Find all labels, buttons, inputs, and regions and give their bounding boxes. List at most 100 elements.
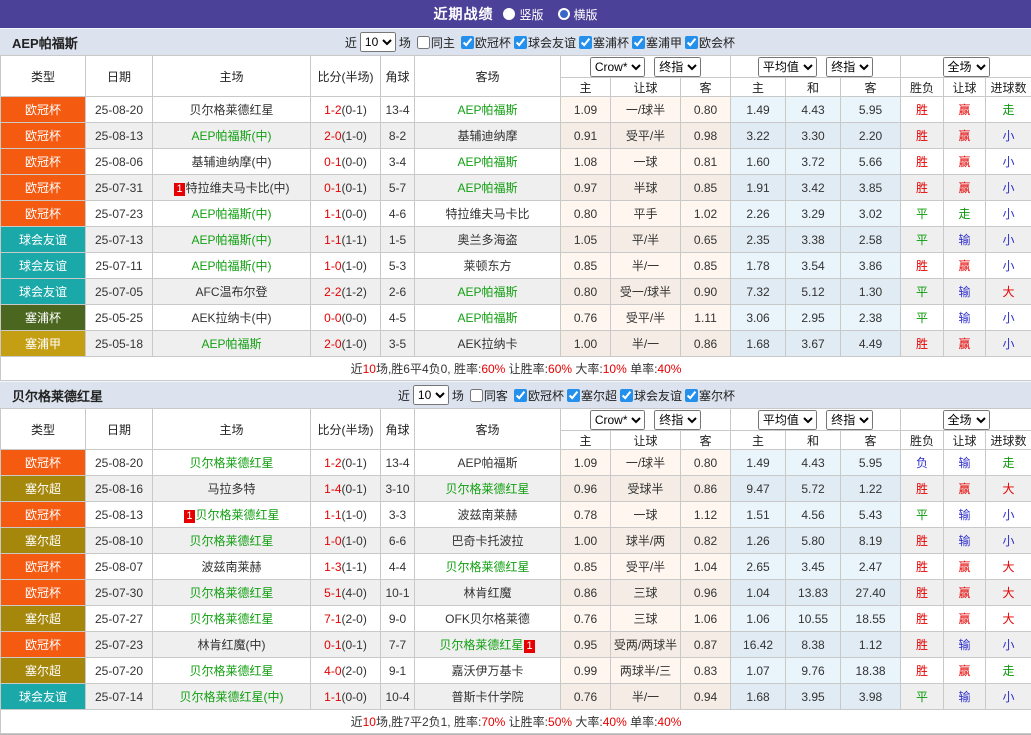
avg-time-select[interactable]: 终指 [826, 410, 873, 430]
league-checkbox[interactable] [514, 36, 527, 49]
league-filter[interactable]: 球会友谊 [511, 34, 576, 51]
team-link[interactable]: 基辅迪纳摩(中) [192, 155, 272, 169]
team-link[interactable]: 贝尔格莱德红星 [189, 586, 273, 600]
team-link[interactable]: 巴奇卡托波拉 [451, 534, 523, 548]
league-checkbox[interactable] [685, 36, 698, 49]
home-team[interactable]: AEP帕福斯 [153, 331, 311, 357]
team-link[interactable]: 贝尔格莱德红星 [189, 534, 273, 548]
team-link[interactable]: 马拉多特 [207, 482, 255, 496]
bookmaker-select[interactable]: Crow* [590, 57, 645, 77]
same-venue-checkbox[interactable] [470, 389, 483, 402]
league-checkbox[interactable] [620, 389, 633, 402]
home-team[interactable]: 1贝尔格莱德红星 [153, 502, 311, 528]
away-team[interactable]: 波兹南莱赫 [415, 502, 561, 528]
team-link[interactable]: 贝尔格莱德红星 [196, 508, 280, 522]
home-team[interactable]: 1特拉维夫马卡比(中) [153, 175, 311, 201]
odds-time-select[interactable]: 终指 [654, 57, 701, 77]
same-venue-filter[interactable]: 同主 [414, 34, 455, 51]
period-select[interactable]: 全场 [943, 410, 990, 430]
team-link[interactable]: AEP帕福斯 [201, 337, 261, 351]
team-link[interactable]: 波兹南莱赫 [201, 560, 261, 574]
team-link[interactable]: 波兹南莱赫 [457, 508, 517, 522]
team-link[interactable]: 贝尔格莱德红星 [189, 664, 273, 678]
home-team[interactable]: AEP帕福斯(中) [153, 227, 311, 253]
league-filter[interactable]: 塞尔超 [564, 387, 617, 404]
team-link[interactable]: 奥兰多海盗 [457, 233, 517, 247]
match-count-select[interactable]: 10 [360, 32, 396, 52]
home-team[interactable]: 贝尔格莱德红星 [153, 450, 311, 476]
team-link[interactable]: 特拉维夫马卡比 [445, 207, 529, 221]
away-team[interactable]: 奥兰多海盗 [415, 227, 561, 253]
home-team[interactable]: 贝尔格莱德红星 [153, 606, 311, 632]
league-filter[interactable]: 球会友谊 [617, 387, 682, 404]
team-link[interactable]: OFK贝尔格莱德 [445, 612, 530, 626]
away-team[interactable]: 莱顿东方 [415, 253, 561, 279]
team-link[interactable]: 普斯卡什学院 [451, 690, 523, 704]
avg-time-select[interactable]: 终指 [826, 57, 873, 77]
team-link[interactable]: AEP帕福斯 [457, 103, 517, 117]
team-link[interactable]: 特拉维夫马卡比(中) [186, 181, 290, 195]
vertical-layout-radio[interactable]: 竖版 [503, 6, 543, 23]
team-link[interactable]: AEP帕福斯 [457, 155, 517, 169]
away-team[interactable]: 基辅迪纳摩 [415, 123, 561, 149]
away-team[interactable]: OFK贝尔格莱德 [415, 606, 561, 632]
away-team[interactable]: AEP帕福斯 [415, 305, 561, 331]
avg-select[interactable]: 平均值 [758, 57, 817, 77]
bookmaker-select[interactable]: Crow* [590, 410, 645, 430]
home-team[interactable]: AEK拉纳卡(中) [153, 305, 311, 331]
team-link[interactable]: AEK拉纳卡(中) [191, 311, 271, 325]
home-team[interactable]: AEP帕福斯(中) [153, 253, 311, 279]
team-link[interactable]: 莱顿东方 [463, 259, 511, 273]
team-link[interactable]: AEP帕福斯 [457, 456, 517, 470]
period-select[interactable]: 全场 [943, 57, 990, 77]
home-team[interactable]: 基辅迪纳摩(中) [153, 149, 311, 175]
away-team[interactable]: 普斯卡什学院 [415, 684, 561, 710]
home-team[interactable]: 贝尔格莱德红星(中) [153, 684, 311, 710]
league-filter[interactable]: 欧冠杯 [511, 387, 564, 404]
away-team[interactable]: 特拉维夫马卡比 [415, 201, 561, 227]
team-link[interactable]: 贝尔格莱德红星(中) [180, 690, 284, 704]
home-team[interactable]: 贝尔格莱德红星 [153, 97, 311, 123]
team-link[interactable]: AEK拉纳卡 [457, 337, 517, 351]
away-team[interactable]: AEK拉纳卡 [415, 331, 561, 357]
away-team[interactable]: 贝尔格莱德红星 [415, 554, 561, 580]
team-link[interactable]: AEP帕福斯 [457, 181, 517, 195]
away-team[interactable]: 巴奇卡托波拉 [415, 528, 561, 554]
away-team[interactable]: 林肯红魔 [415, 580, 561, 606]
home-team[interactable]: 贝尔格莱德红星 [153, 658, 311, 684]
home-team[interactable]: 贝尔格莱德红星 [153, 528, 311, 554]
team-link[interactable]: 林肯红魔(中) [198, 638, 266, 652]
home-team[interactable]: AFC温布尔登 [153, 279, 311, 305]
league-filter[interactable]: 塞浦甲 [629, 34, 682, 51]
horizontal-layout-radio[interactable]: 横版 [558, 6, 598, 23]
home-team[interactable]: 林肯红魔(中) [153, 632, 311, 658]
same-venue-filter[interactable]: 同客 [467, 387, 508, 404]
away-team[interactable]: AEP帕福斯 [415, 450, 561, 476]
radio-selected-icon[interactable] [503, 8, 515, 20]
home-team[interactable]: 贝尔格莱德红星 [153, 580, 311, 606]
team-link[interactable]: AEP帕福斯 [457, 311, 517, 325]
league-checkbox[interactable] [514, 389, 527, 402]
home-team[interactable]: 马拉多特 [153, 476, 311, 502]
league-filter[interactable]: 塞尔杯 [682, 387, 735, 404]
league-checkbox[interactable] [567, 389, 580, 402]
team-link[interactable]: 贝尔格莱德红星 [439, 638, 523, 652]
home-team[interactable]: AEP帕福斯(中) [153, 201, 311, 227]
team-link[interactable]: AEP帕福斯 [457, 285, 517, 299]
team-link[interactable]: 基辅迪纳摩 [457, 129, 517, 143]
team-link[interactable]: 贝尔格莱德红星 [445, 482, 529, 496]
team-link[interactable]: AEP帕福斯(中) [191, 129, 271, 143]
league-filter[interactable]: 欧会杯 [682, 34, 735, 51]
league-checkbox[interactable] [579, 36, 592, 49]
league-filter[interactable]: 欧冠杯 [458, 34, 511, 51]
odds-time-select[interactable]: 终指 [654, 410, 701, 430]
away-team[interactable]: AEP帕福斯 [415, 97, 561, 123]
team-link[interactable]: AEP帕福斯(中) [191, 233, 271, 247]
league-checkbox[interactable] [685, 389, 698, 402]
away-team[interactable]: 贝尔格莱德红星1 [415, 632, 561, 658]
home-team[interactable]: 波兹南莱赫 [153, 554, 311, 580]
away-team[interactable]: AEP帕福斯 [415, 149, 561, 175]
same-venue-checkbox[interactable] [417, 36, 430, 49]
radio-unselected-icon[interactable] [558, 8, 570, 20]
league-checkbox[interactable] [632, 36, 645, 49]
